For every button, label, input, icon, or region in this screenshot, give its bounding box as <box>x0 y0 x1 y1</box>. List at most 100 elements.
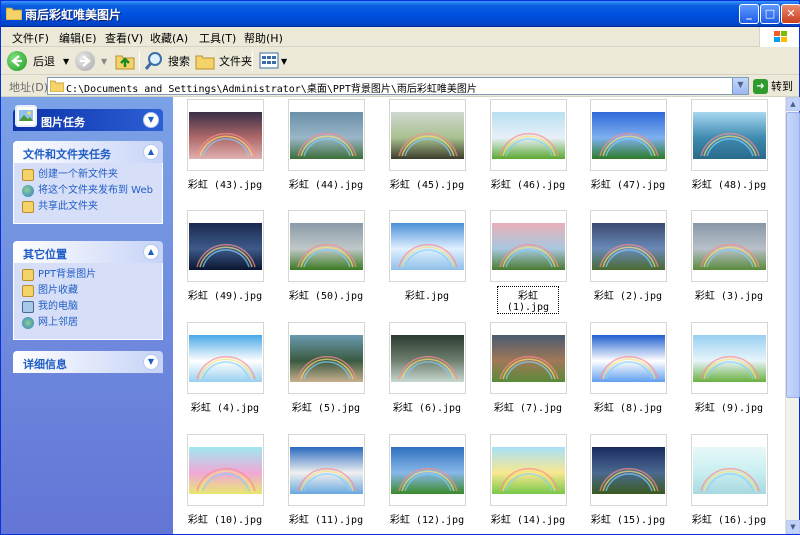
thumbnail-image <box>592 447 665 494</box>
file-thumbnail[interactable]: 彩虹 (4).jpg <box>175 320 275 428</box>
scroll-down-icon[interactable]: ▼ <box>786 520 800 534</box>
maximize-button[interactable]: □ <box>760 4 780 24</box>
details-title: 详细信息 <box>23 358 67 371</box>
close-button[interactable]: ✕ <box>781 4 800 24</box>
file-thumbnail[interactable]: 彩虹 (9).jpg <box>679 320 779 428</box>
minimize-button[interactable]: _ <box>739 4 759 24</box>
place-network[interactable]: 网上邻居 <box>22 317 156 329</box>
file-thumbnail[interactable]: 彩虹 (48).jpg <box>679 97 779 205</box>
go-button[interactable]: ➜ 转到 <box>753 77 793 95</box>
views-button[interactable]: ▼ <box>259 49 287 73</box>
thumbnail-frame <box>288 99 365 171</box>
file-thumbnail[interactable]: 彩虹 (1).jpg <box>478 208 578 316</box>
back-dropdown-icon[interactable]: ▼ <box>63 57 69 66</box>
menu-view[interactable]: 查看(V) <box>102 29 146 47</box>
place-label: 我的电脑 <box>38 301 78 312</box>
file-thumbnail[interactable]: 彩虹 (11).jpg <box>276 432 376 534</box>
folders-button[interactable]: 文件夹 <box>194 49 252 73</box>
thumbnail-image <box>592 335 665 382</box>
toolbar-separator <box>252 51 253 71</box>
file-name: 彩虹 (44).jpg <box>288 180 364 191</box>
title-bar[interactable]: 雨后彩虹唯美图片 _ □ ✕ <box>1 1 800 27</box>
thumbnail-image <box>189 335 262 382</box>
scroll-up-icon[interactable]: ▲ <box>786 97 800 111</box>
forward-button[interactable]: ▼ <box>75 49 107 73</box>
scrollbar-thumb[interactable] <box>786 112 800 398</box>
thumbnail-frame <box>490 99 567 171</box>
details-header[interactable]: 详细信息 ▼ <box>13 351 163 373</box>
thumbnail-frame <box>288 210 365 282</box>
menu-favorites[interactable]: 收藏(A) <box>147 29 191 47</box>
file-name: 彩虹 (6).jpg <box>392 403 462 414</box>
toolbar-separator <box>139 51 140 71</box>
menu-file[interactable]: 文件(F) <box>9 29 52 47</box>
file-name: 彩虹 (10).jpg <box>187 515 263 526</box>
back-button[interactable]: 后退 ▼ <box>7 49 69 73</box>
file-thumbnail[interactable]: 彩虹 (50).jpg <box>276 208 376 316</box>
file-thumbnail[interactable]: 彩虹 (2).jpg <box>578 208 678 316</box>
folder-icon <box>50 80 64 92</box>
address-dropdown-icon[interactable]: ▼ <box>732 78 748 94</box>
file-thumbnail[interactable]: 彩虹 (49).jpg <box>175 208 275 316</box>
thumbnail-image <box>290 223 363 270</box>
place-my-pictures[interactable]: 图片收藏 <box>22 285 156 297</box>
file-tasks-header[interactable]: 文件和文件夹任务 ▲ <box>13 141 163 163</box>
task-share-folder[interactable]: 共享此文件夹 <box>22 201 156 213</box>
place-ppt-backgrounds[interactable]: PPT背景图片 <box>22 269 156 281</box>
address-bar: 地址(D) C:\Documents and Settings\Administ… <box>1 75 799 97</box>
file-thumbnail[interactable]: 彩虹 (47).jpg <box>578 97 678 205</box>
file-thumbnail[interactable]: 彩虹 (3).jpg <box>679 208 779 316</box>
file-thumbnail[interactable]: 彩虹 (12).jpg <box>377 432 477 534</box>
thumbnail-frame <box>590 322 667 394</box>
file-name: 彩虹 (45).jpg <box>389 180 465 191</box>
file-thumbnail[interactable]: 彩虹 (15).jpg <box>578 432 678 534</box>
thumbnail-view: 彩虹 (43).jpg 彩虹 (44).jpg 彩虹 (45).jpg 彩虹 (46)… <box>173 97 785 534</box>
new-folder-icon <box>22 169 34 181</box>
chevron-down-icon[interactable]: ▼ <box>143 354 159 370</box>
up-folder-button[interactable] <box>114 49 136 73</box>
file-thumbnail[interactable]: 彩虹 (6).jpg <box>377 320 477 428</box>
file-thumbnail[interactable]: 彩虹 (8).jpg <box>578 320 678 428</box>
file-thumbnail[interactable]: 彩虹 (5).jpg <box>276 320 376 428</box>
file-thumbnail[interactable]: 彩虹.jpg <box>377 208 477 316</box>
place-my-computer[interactable]: 我的电脑 <box>22 301 156 313</box>
file-name: 彩虹 (47).jpg <box>590 180 666 191</box>
file-thumbnail[interactable]: 彩虹 (7).jpg <box>478 320 578 428</box>
task-label: 创建一个新文件夹 <box>38 169 118 180</box>
file-name: 彩虹 (48).jpg <box>691 180 767 191</box>
search-button[interactable]: 搜索 <box>143 49 190 73</box>
place-label: 网上邻居 <box>38 317 78 328</box>
file-thumbnail[interactable]: 彩虹 (14).jpg <box>478 432 578 534</box>
address-input[interactable]: C:\Documents and Settings\Administrator\… <box>47 77 749 95</box>
file-thumbnail[interactable]: 彩虹 (43).jpg <box>175 97 275 205</box>
file-name: 彩虹 (3).jpg <box>694 291 764 302</box>
other-places-header[interactable]: 其它位置 ▲ <box>13 241 163 263</box>
task-publish-web[interactable]: 将这个文件夹发布到 Web <box>22 185 156 197</box>
file-thumbnail[interactable]: 彩虹 (46).jpg <box>478 97 578 205</box>
thumbnail-image <box>693 112 766 159</box>
thumbnail-image <box>693 447 766 494</box>
vertical-scrollbar[interactable]: ▲ ▼ <box>785 97 800 534</box>
chevron-up-icon[interactable]: ▲ <box>143 244 159 260</box>
chevron-down-icon[interactable]: ▼ <box>143 112 159 128</box>
other-places-title: 其它位置 <box>23 248 67 261</box>
thumbnail-image <box>391 335 464 382</box>
menu-edit[interactable]: 编辑(E) <box>56 29 100 47</box>
file-thumbnail[interactable]: 彩虹 (44).jpg <box>276 97 376 205</box>
file-thumbnail[interactable]: 彩虹 (45).jpg <box>377 97 477 205</box>
file-thumbnail[interactable]: 彩虹 (10).jpg <box>175 432 275 534</box>
toolbar: 后退 ▼ ▼ 搜索 文件夹 ▼ <box>1 47 799 75</box>
thumbnail-image <box>492 447 565 494</box>
picture-tasks-header[interactable]: 图片任务 ▼ <box>13 105 163 131</box>
menu-tools[interactable]: 工具(T) <box>196 29 239 47</box>
thumbnail-image <box>290 112 363 159</box>
back-label: 后退 <box>33 55 55 68</box>
file-name: 彩虹 (43).jpg <box>187 180 263 191</box>
file-thumbnail[interactable]: 彩虹 (16).jpg <box>679 432 779 534</box>
forward-dropdown-icon[interactable]: ▼ <box>101 57 107 66</box>
thumbnail-frame <box>187 434 264 506</box>
menu-help[interactable]: 帮助(H) <box>241 29 286 47</box>
task-new-folder[interactable]: 创建一个新文件夹 <box>22 169 156 181</box>
file-name: 彩虹 (46).jpg <box>490 180 566 191</box>
chevron-up-icon[interactable]: ▲ <box>143 144 159 160</box>
